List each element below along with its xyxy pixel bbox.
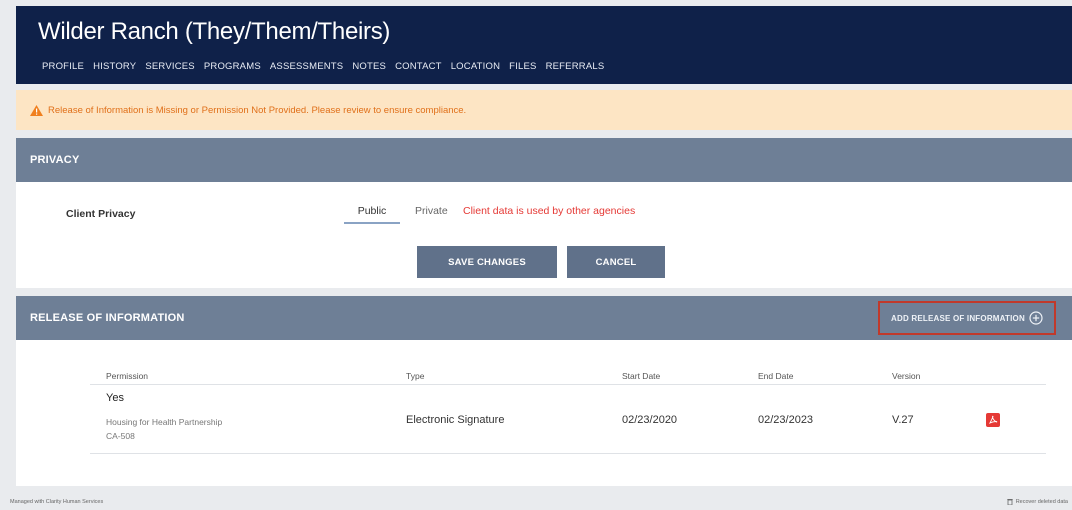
privacy-panel: Client Privacy Public Private Client dat…: [16, 182, 1072, 288]
client-name: Wilder Ranch (They/Them/Theirs): [38, 18, 391, 45]
organization-name: Housing for Health Partnership: [106, 417, 223, 427]
client-nav: PROFILE HISTORY SERVICES PROGRAMS ASSESS…: [42, 61, 604, 72]
nav-tab-location[interactable]: LOCATION: [451, 61, 500, 72]
version-value: V.27: [892, 414, 914, 426]
privacy-option-public[interactable]: Public: [344, 204, 400, 224]
recover-deleted-data-label: Recover deleted data: [1015, 498, 1068, 505]
nav-tab-contact[interactable]: CONTACT: [395, 61, 442, 72]
nav-tab-assessments[interactable]: ASSESSMENTS: [270, 61, 343, 72]
column-header-type: Type: [406, 371, 425, 381]
cancel-button[interactable]: CANCEL: [567, 246, 665, 278]
add-roi-label: ADD RELEASE OF INFORMATION: [891, 313, 1025, 323]
type-value: Electronic Signature: [406, 414, 505, 426]
coc-code: CA-508: [106, 431, 135, 441]
roi-panel-header: RELEASE OF INFORMATION ADD RELEASE OF IN…: [16, 296, 1072, 340]
alert-message: Release of Information is Missing or Per…: [48, 104, 467, 116]
privacy-option-private[interactable]: Private: [415, 204, 448, 218]
table-row-divider: [90, 453, 1046, 454]
client-privacy-label: Client Privacy: [66, 208, 136, 220]
nav-tab-programs[interactable]: PROGRAMS: [204, 61, 261, 72]
warning-icon: [30, 104, 43, 116]
nav-tab-profile[interactable]: PROFILE: [42, 61, 84, 72]
trash-icon: [1007, 498, 1013, 505]
privacy-panel-header: PRIVACY: [16, 138, 1072, 182]
privacy-title: PRIVACY: [30, 154, 80, 166]
compliance-alert: Release of Information is Missing or Per…: [16, 90, 1072, 130]
roi-title: RELEASE OF INFORMATION: [30, 312, 185, 324]
permission-value: Yes: [106, 392, 124, 404]
privacy-note: Client data is used by other agencies: [463, 205, 636, 217]
nav-tab-services[interactable]: SERVICES: [145, 61, 194, 72]
footer-credit: Managed with Clarity Human Services: [10, 499, 104, 505]
column-header-version: Version: [892, 371, 921, 381]
client-header: Wilder Ranch (They/Them/Theirs) PROFILE …: [16, 6, 1072, 84]
table-header-divider: [90, 384, 1046, 385]
add-circle-icon: [1029, 311, 1043, 325]
start-date-value: 02/23/2020: [622, 414, 678, 426]
end-date-value: 02/23/2023: [758, 414, 814, 426]
nav-tab-notes[interactable]: NOTES: [352, 61, 386, 72]
pdf-icon[interactable]: [986, 413, 1000, 427]
column-header-start-date: Start Date: [622, 371, 661, 381]
recover-deleted-data-link[interactable]: Recover deleted data: [1007, 498, 1068, 505]
save-changes-button[interactable]: SAVE CHANGES: [417, 246, 557, 278]
roi-panel: Permission Type Start Date End Date Vers…: [16, 340, 1072, 486]
nav-tab-history[interactable]: HISTORY: [93, 61, 136, 72]
pdf-glyph-icon: [988, 415, 998, 425]
nav-tab-files[interactable]: FILES: [509, 61, 536, 72]
column-header-permission: Permission: [106, 371, 149, 381]
column-header-end-date: End Date: [758, 371, 794, 381]
add-release-of-information-button[interactable]: ADD RELEASE OF INFORMATION: [878, 301, 1056, 335]
nav-tab-referrals[interactable]: REFERRALS: [546, 61, 605, 72]
